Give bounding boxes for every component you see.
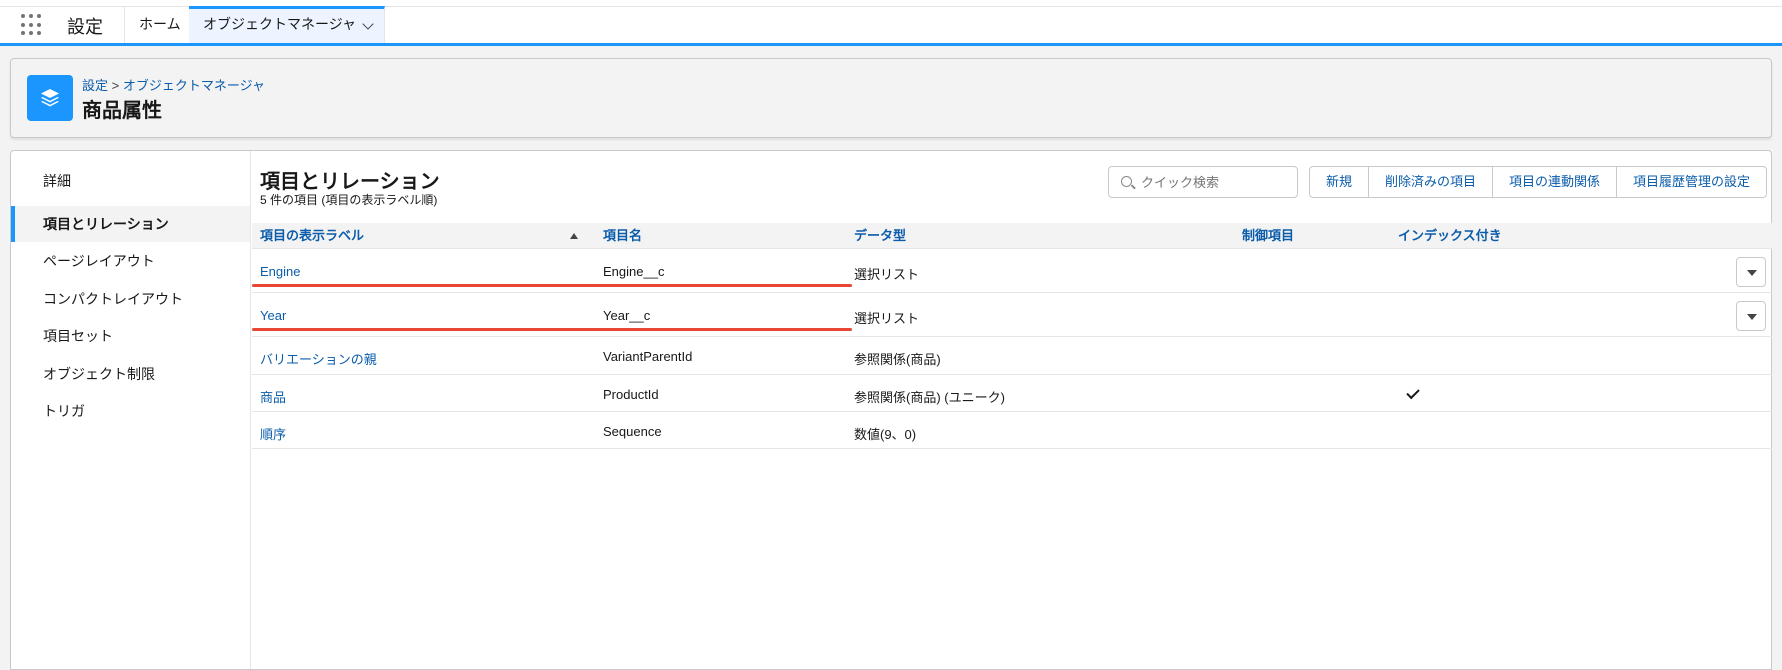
field-label-link[interactable]: Engine xyxy=(260,264,300,279)
field-label-link[interactable]: Year xyxy=(260,308,286,323)
row-actions-menu[interactable] xyxy=(1736,301,1766,331)
column-header-controlling[interactable]: 制御項目 xyxy=(1242,223,1294,249)
column-header-indexed[interactable]: インデックス付き xyxy=(1398,223,1502,249)
field-api-name: Sequence xyxy=(603,424,662,439)
sort-ascending-icon[interactable] xyxy=(570,233,578,239)
section-title: 項目とリレーション xyxy=(260,171,440,193)
field-data-type: 数値(9、0) xyxy=(854,427,917,442)
table-row: Engine Engine__c 選択リスト xyxy=(252,250,1772,293)
indexed-check-icon xyxy=(1406,385,1420,400)
sidebar-item-page-layouts[interactable]: ページレイアウト xyxy=(11,243,250,279)
section-subtitle: 5 件の項目 (項目の表示ラベル順) xyxy=(260,193,438,207)
tab-object-manager-label: オブジェクトマネージャ xyxy=(203,16,357,32)
breadcrumb: 設定 > オブジェクトマネージャ xyxy=(82,75,265,94)
sidebar-item-triggers[interactable]: トリガ xyxy=(11,393,250,429)
red-annotation-underline xyxy=(252,328,852,331)
sidebar-item-field-sets[interactable]: 項目セット xyxy=(11,318,250,354)
table-row: 商品 ProductId 参照関係(商品) (ユニーク) xyxy=(252,376,1772,412)
app-launcher-icon[interactable] xyxy=(21,14,43,36)
column-header-label[interactable]: 項目の表示ラベル xyxy=(260,223,364,249)
table-row: バリエーションの親 VariantParentId 参照関係(商品) xyxy=(252,338,1772,375)
sidebar-item-compact-layouts[interactable]: コンパクトレイアウト xyxy=(11,281,250,317)
toolbar-buttons: 新規 削除済みの項目 項目の連動関係 項目履歴管理の設定 xyxy=(1309,166,1768,198)
set-history-tracking-button[interactable]: 項目履歴管理の設定 xyxy=(1616,166,1768,198)
field-api-name: Engine__c xyxy=(603,264,665,279)
chevron-down-icon[interactable] xyxy=(362,18,374,30)
sidebar-item-object-limits[interactable]: オブジェクト制限 xyxy=(11,356,250,392)
deleted-fields-button[interactable]: 削除済みの項目 xyxy=(1368,166,1494,198)
row-actions-menu[interactable] xyxy=(1736,257,1766,287)
search-icon xyxy=(1121,176,1132,187)
field-api-name: Year__c xyxy=(603,308,651,323)
page-header: 設定 > オブジェクトマネージャ 商品属性 xyxy=(10,58,1772,138)
table-row: 順序 Sequence 数値(9、0) xyxy=(252,413,1772,449)
field-data-type: 参照関係(商品) (ユニーク) xyxy=(854,390,1005,405)
app-name: 設定 xyxy=(67,17,103,37)
main-card: 詳細 項目とリレーション ページレイアウト コンパクトレイアウト 項目セット オ… xyxy=(10,150,1772,670)
field-label-link[interactable]: 商品 xyxy=(260,387,286,406)
red-annotation-underline xyxy=(252,284,852,287)
field-dependencies-button[interactable]: 項目の連動関係 xyxy=(1492,166,1618,198)
field-api-name: ProductId xyxy=(603,387,659,402)
breadcrumb-object-manager-link[interactable]: オブジェクトマネージャ xyxy=(123,78,265,93)
table-row: Year Year__c 選択リスト xyxy=(252,294,1772,337)
global-nav: 設定 ホーム オブジェクトマネージャ xyxy=(0,0,1782,46)
sidebar-item-details[interactable]: 詳細 xyxy=(11,163,250,199)
chevron-down-icon xyxy=(1747,270,1757,276)
field-api-name: VariantParentId xyxy=(603,349,693,364)
sidebar-item-fields-relationships[interactable]: 項目とリレーション xyxy=(11,206,250,242)
content-area: 項目とリレーション 5 件の項目 (項目の表示ラベル順) 新規 削除済みの項目 … xyxy=(252,151,1772,669)
sidebar: 詳細 項目とリレーション ページレイアウト コンパクトレイアウト 項目セット オ… xyxy=(11,151,251,669)
field-label-link[interactable]: 順序 xyxy=(260,424,286,443)
layers-icon xyxy=(27,75,73,121)
chevron-down-icon xyxy=(1747,314,1757,320)
quick-search-input[interactable] xyxy=(1141,172,1291,192)
tab-object-manager[interactable]: オブジェクトマネージャ xyxy=(189,6,385,43)
breadcrumb-setup-link[interactable]: 設定 xyxy=(82,78,108,93)
quick-search[interactable] xyxy=(1108,166,1298,198)
field-data-type: 選択リスト xyxy=(854,311,920,326)
table-header: 項目の表示ラベル 項目名 データ型 制御項目 インデックス付き xyxy=(252,223,1772,249)
column-header-data-type[interactable]: データ型 xyxy=(854,223,906,249)
field-data-type: 選択リスト xyxy=(854,267,920,282)
field-label-link[interactable]: バリエーションの親 xyxy=(260,349,377,368)
page-title: 商品属性 xyxy=(82,100,162,122)
column-header-name[interactable]: 項目名 xyxy=(603,223,642,249)
tab-home[interactable]: ホーム xyxy=(125,6,195,43)
field-data-type: 参照関係(商品) xyxy=(854,352,941,367)
breadcrumb-separator: > xyxy=(111,78,120,93)
new-button[interactable]: 新規 xyxy=(1309,166,1370,198)
